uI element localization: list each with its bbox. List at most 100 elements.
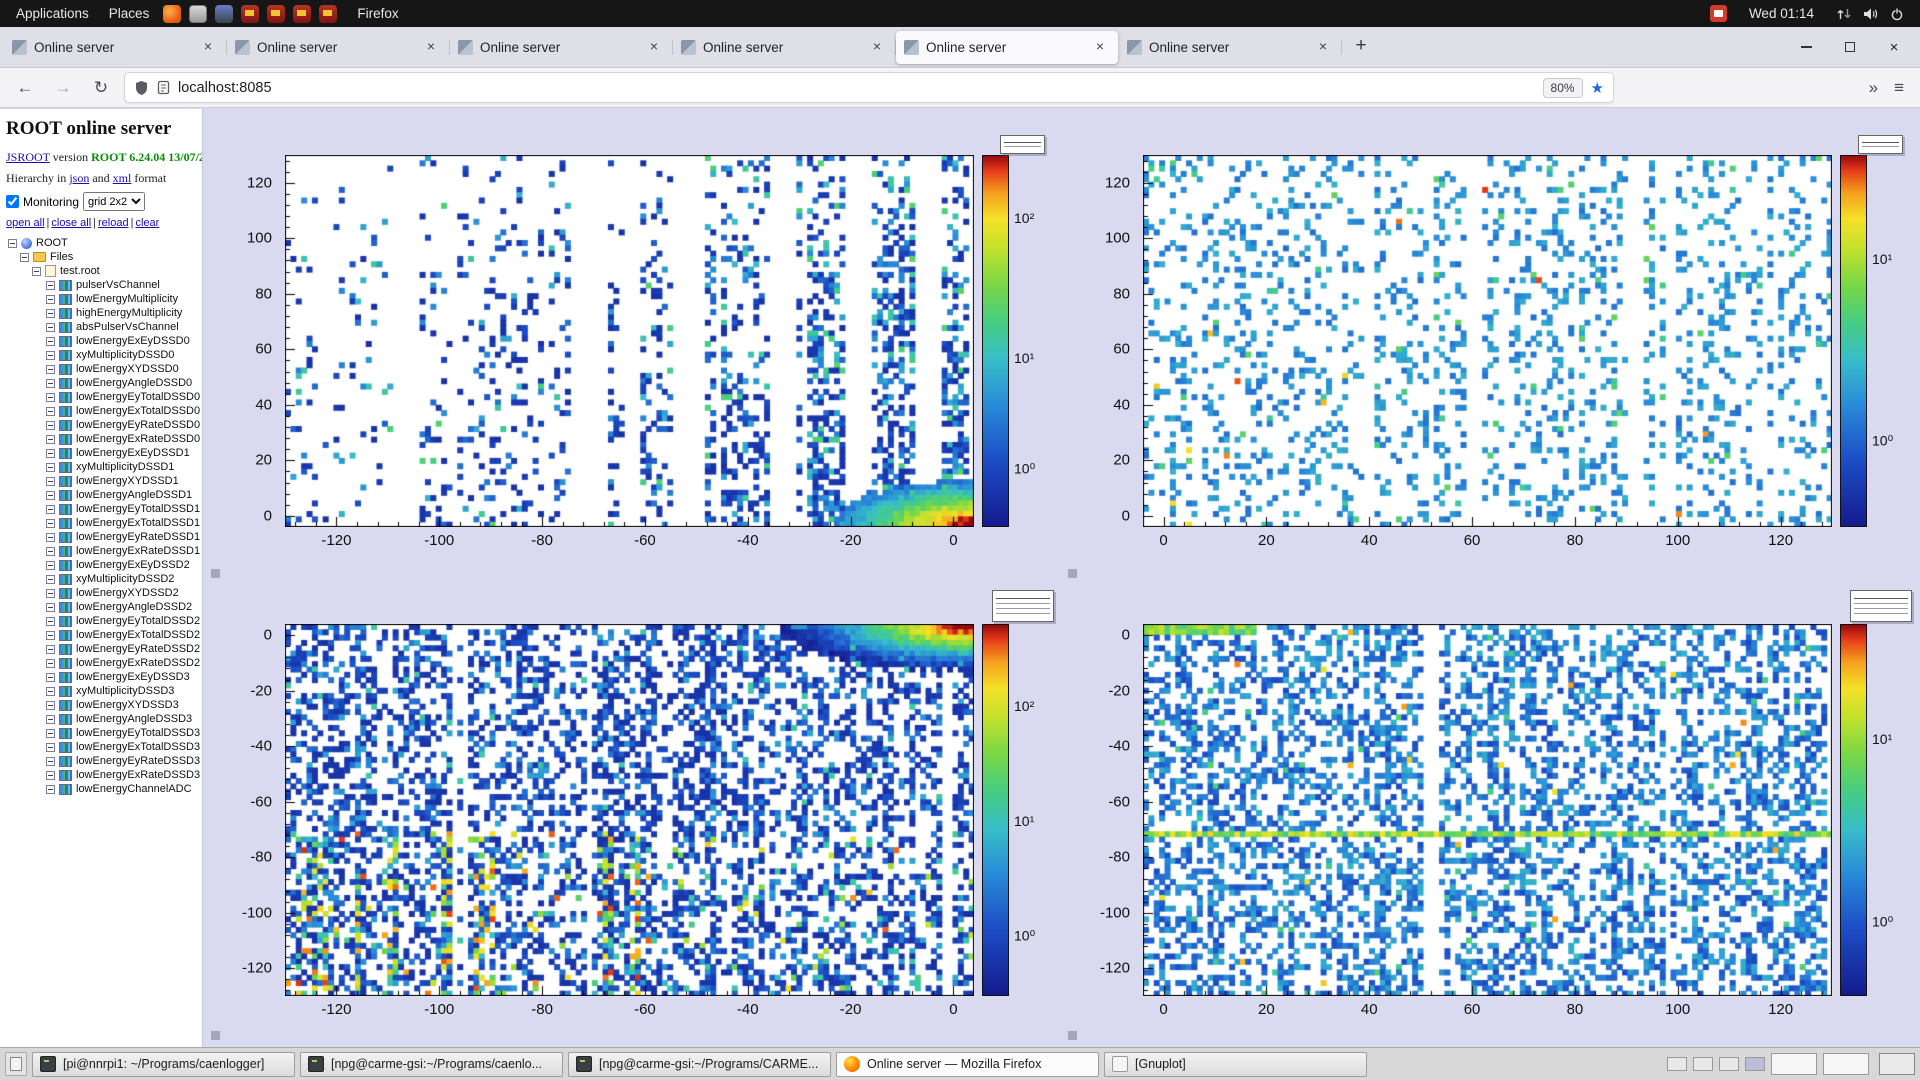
monitoring-checkbox[interactable] — [6, 195, 19, 208]
collapse-icon[interactable] — [46, 771, 55, 780]
tree-item-lowEnergyXYDSSD3[interactable]: lowEnergyXYDSSD3 — [6, 698, 196, 712]
tree-item-label[interactable]: absPulserVsChannel — [76, 321, 179, 333]
taskbar-window-3[interactable]: [npg@carme-gsi:~/Programs/CARME... — [568, 1052, 831, 1077]
collapse-icon[interactable] — [46, 757, 55, 766]
tab-close-icon[interactable]: × — [1090, 37, 1110, 57]
show-desktop-button[interactable] — [5, 1052, 27, 1076]
tree-item-label[interactable]: lowEnergyChannelADC — [76, 783, 192, 795]
tree-item-xyMultiplicityDSSD3[interactable]: xyMultiplicityDSSD3 — [6, 684, 196, 698]
volume-icon[interactable] — [1863, 7, 1879, 21]
collapse-icon[interactable] — [46, 281, 55, 290]
tree-item-absPulserVsChannel[interactable]: absPulserVsChannel — [6, 320, 196, 334]
collapse-icon[interactable] — [46, 547, 55, 556]
collapse-icon[interactable] — [46, 365, 55, 374]
shield-icon[interactable] — [134, 80, 149, 96]
tab-close-icon[interactable]: × — [1313, 37, 1333, 57]
layout-select[interactable]: grid 2x2 — [83, 192, 145, 211]
app-launcher-icon[interactable] — [293, 5, 311, 23]
tree-item-label[interactable]: lowEnergyMultiplicity — [76, 293, 178, 305]
color-scale[interactable] — [982, 624, 1009, 996]
tree-item-lowEnergyExRateDSSD2[interactable]: lowEnergyExRateDSSD2 — [6, 656, 196, 670]
tree-item-label[interactable]: xyMultiplicityDSSD3 — [76, 685, 174, 697]
tab-close-icon[interactable]: × — [421, 37, 441, 57]
tree-item-lowEnergyExTotalDSSD0[interactable]: lowEnergyExTotalDSSD0 — [6, 404, 196, 418]
tree-item-lowEnergyXYDSSD1[interactable]: lowEnergyXYDSSD1 — [6, 474, 196, 488]
json-link[interactable]: json — [69, 171, 89, 185]
workspace-2[interactable] — [1693, 1057, 1713, 1071]
tree-item-label[interactable]: highEnergyMultiplicity — [76, 307, 182, 319]
stats-box[interactable] — [1000, 135, 1045, 154]
reload-button[interactable]: ↻ — [86, 73, 116, 103]
tree-item-lowEnergyAngleDSSD0[interactable]: lowEnergyAngleDSSD0 — [6, 376, 196, 390]
tree-item-lowEnergyExRateDSSD0[interactable]: lowEnergyExRateDSSD0 — [6, 432, 196, 446]
tree-item-label[interactable]: lowEnergyAngleDSSD0 — [76, 377, 192, 389]
stats-box[interactable] — [992, 590, 1054, 622]
tree-item-label[interactable]: lowEnergyExTotalDSSD3 — [76, 741, 200, 753]
forward-button[interactable]: → — [48, 73, 78, 103]
collapse-icon[interactable] — [46, 463, 55, 472]
applications-menu[interactable]: Applications — [6, 0, 99, 27]
page-info-icon[interactable] — [157, 80, 170, 95]
tree-item-label[interactable]: lowEnergyEyTotalDSSD3 — [76, 727, 200, 739]
tree-item-label[interactable]: lowEnergyExTotalDSSD1 — [76, 517, 200, 529]
tree-item-label[interactable]: test.root — [60, 265, 100, 277]
tree-item-label[interactable]: lowEnergyExEyDSSD2 — [76, 559, 190, 571]
terminal-launcher-icon[interactable] — [189, 5, 207, 23]
tab-close-icon[interactable]: × — [198, 37, 218, 57]
tree-item-label[interactable]: lowEnergyXYDSSD3 — [76, 699, 179, 711]
collapse-icon[interactable] — [46, 421, 55, 430]
tree-item-lowEnergyExEyDSSD2[interactable]: lowEnergyExEyDSSD2 — [6, 558, 196, 572]
overflow-menu-icon[interactable]: » — [1869, 78, 1878, 98]
tree-item-root[interactable]: ROOT — [6, 236, 196, 250]
tree-item-label[interactable]: xyMultiplicityDSSD1 — [76, 461, 174, 473]
collapse-icon[interactable] — [46, 393, 55, 402]
collapse-icon[interactable] — [46, 575, 55, 584]
open-all-link[interactable]: open all — [6, 217, 45, 229]
close-button[interactable]: × — [1872, 27, 1916, 67]
collapse-icon[interactable] — [46, 491, 55, 500]
tree-item-highEnergyMultiplicity[interactable]: highEnergyMultiplicity — [6, 306, 196, 320]
collapse-icon[interactable] — [46, 589, 55, 598]
tab-online-server-2[interactable]: Online server× — [227, 31, 449, 64]
files-launcher-icon[interactable] — [215, 5, 233, 23]
notification-icon[interactable] — [1710, 5, 1727, 22]
collapse-icon[interactable] — [46, 743, 55, 752]
back-button[interactable]: ← — [10, 73, 40, 103]
collapse-icon[interactable] — [46, 435, 55, 444]
tree-item-lowEnergyEyRateDSSD0[interactable]: lowEnergyEyRateDSSD0 — [6, 418, 196, 432]
collapse-icon[interactable] — [46, 295, 55, 304]
app-launcher-icon[interactable] — [267, 5, 285, 23]
tree-item-lowEnergyEyRateDSSD1[interactable]: lowEnergyEyRateDSSD1 — [6, 530, 196, 544]
histogram-canvas[interactable] — [1143, 624, 1832, 996]
tab-close-icon[interactable]: × — [644, 37, 664, 57]
pad-divider-handle[interactable] — [1068, 569, 1077, 578]
clock[interactable]: Wed 01:14 — [1749, 6, 1814, 21]
tree-item-label[interactable]: lowEnergyExEyDSSD1 — [76, 447, 190, 459]
collapse-icon[interactable] — [8, 239, 17, 248]
collapse-icon[interactable] — [46, 631, 55, 640]
tree-item-label[interactable]: Files — [50, 251, 73, 263]
tree-item-lowEnergyExEyDSSD1[interactable]: lowEnergyExEyDSSD1 — [6, 446, 196, 460]
collapse-icon[interactable] — [46, 533, 55, 542]
tree-item-label[interactable]: xyMultiplicityDSSD2 — [76, 573, 174, 585]
collapse-icon[interactable] — [46, 519, 55, 528]
taskbar-window-2[interactable]: [npg@carme-gsi:~/Programs/caenlo... — [300, 1052, 563, 1077]
tree-item-lowEnergyMultiplicity[interactable]: lowEnergyMultiplicity — [6, 292, 196, 306]
collapse-icon[interactable] — [46, 337, 55, 346]
collapse-icon[interactable] — [46, 407, 55, 416]
tab-online-server-1[interactable]: Online server× — [4, 31, 226, 64]
collapse-icon[interactable] — [46, 673, 55, 682]
minimize-button[interactable] — [1784, 27, 1828, 67]
tree-item-label[interactable]: lowEnergyExTotalDSSD0 — [76, 405, 200, 417]
tree-item-lowEnergyAngleDSSD1[interactable]: lowEnergyAngleDSSD1 — [6, 488, 196, 502]
tree-item-lowEnergyExTotalDSSD1[interactable]: lowEnergyExTotalDSSD1 — [6, 516, 196, 530]
tree-item-lowEnergyAngleDSSD2[interactable]: lowEnergyAngleDSSD2 — [6, 600, 196, 614]
tree-item-lowEnergyEyRateDSSD3[interactable]: lowEnergyEyRateDSSD3 — [6, 754, 196, 768]
app-launcher-icon[interactable] — [319, 5, 337, 23]
collapse-icon[interactable] — [46, 687, 55, 696]
close-all-link[interactable]: close all — [51, 217, 91, 229]
color-scale[interactable] — [982, 155, 1009, 527]
histogram-canvas[interactable] — [285, 624, 974, 996]
bookmark-star-icon[interactable]: ★ — [1591, 79, 1604, 97]
collapse-icon[interactable] — [46, 715, 55, 724]
